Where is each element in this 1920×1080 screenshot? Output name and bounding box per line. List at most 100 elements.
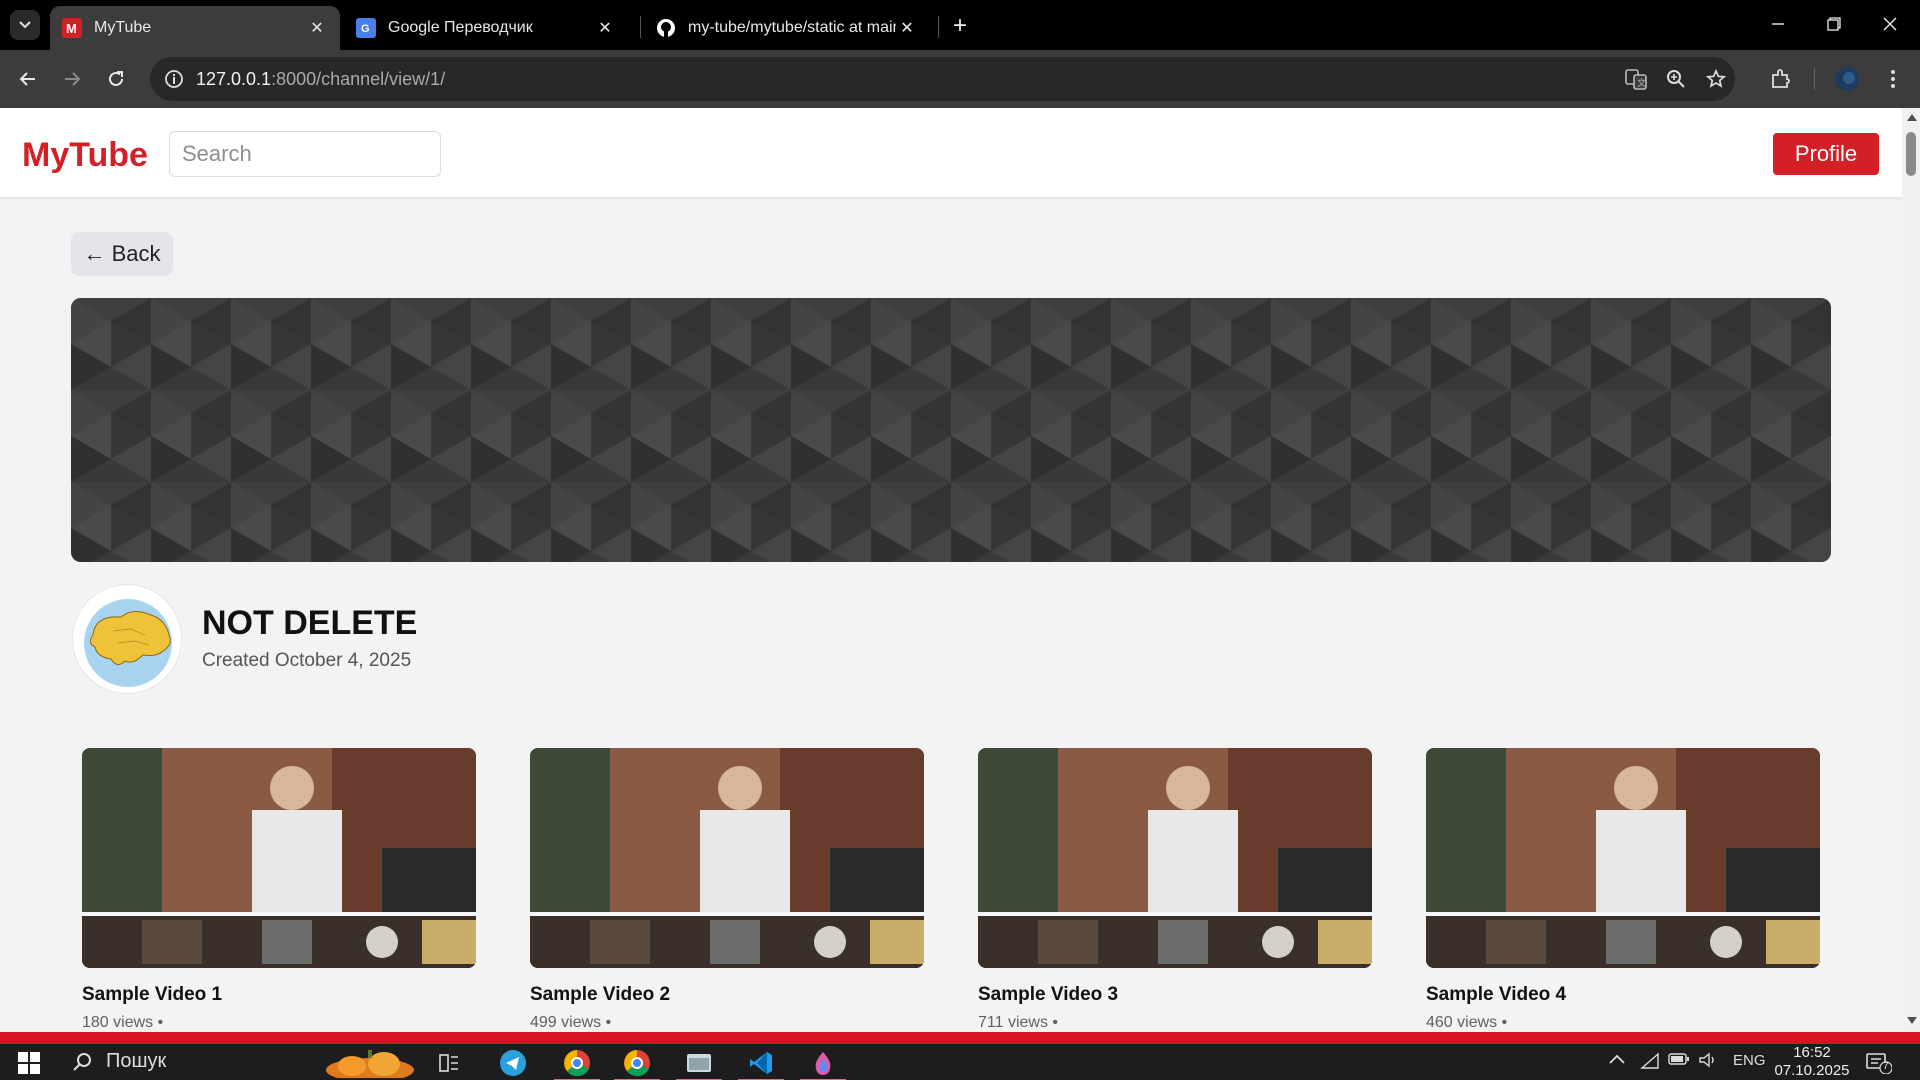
search-icon [73,1052,91,1071]
new-tab-button[interactable]: + [946,12,974,40]
bookmark-star-icon[interactable] [1704,67,1728,91]
scroll-up-arrow-icon[interactable] [1907,114,1917,121]
toolbar-divider [1814,68,1815,90]
tab-mytube[interactable]: M MyTube ✕ [50,6,340,50]
video-views: 711 views • [978,1014,1059,1031]
vscode-icon[interactable] [738,1048,784,1080]
svg-text:文: 文 [1637,77,1646,89]
scroll-down-arrow-icon[interactable] [1907,1017,1917,1024]
tab-github[interactable]: my-tube/mytube/static at main ✕ [644,6,930,50]
tab-divider [640,16,641,38]
battery-icon[interactable] [1668,1052,1690,1070]
chrome-profile-2-icon[interactable] [614,1048,660,1080]
video-title[interactable]: Sample Video 1 [82,984,476,1006]
mytube-favicon-icon: M [62,18,82,38]
channel-avatar-globe-icon [84,599,172,687]
input-language[interactable]: ENG [1733,1052,1766,1069]
color-app-icon[interactable] [800,1048,846,1080]
video-card[interactable]: Sample Video 1 180 views • [82,748,476,1032]
arrow-right-icon [65,72,81,86]
svg-text:M: M [66,21,77,35]
taskbar-search[interactable]: Пошук [72,1050,166,1073]
file-explorer-icon[interactable] [676,1048,722,1080]
video-title[interactable]: Sample Video 2 [530,984,924,1006]
windows-start-icon[interactable] [18,1052,40,1074]
video-card[interactable]: Sample Video 2 499 views • [530,748,924,1032]
video-title[interactable]: Sample Video 4 [1426,984,1820,1006]
close-tab-icon[interactable]: ✕ [306,17,328,39]
reload-button[interactable] [100,63,132,95]
tab-divider [938,16,939,38]
taskbar-widget-image[interactable] [322,1048,418,1078]
tray-overflow-icon[interactable] [1608,1052,1626,1070]
video-thumbnail[interactable] [1426,748,1820,968]
profile-avatar-icon[interactable] [1832,64,1862,94]
video-views: 180 views • [82,1014,164,1031]
video-views: 460 views • [1426,1014,1508,1031]
page-viewport: MyTube Profile ← Back [0,108,1902,1032]
browser-tabstrip: M MyTube ✕ G Google Переводчик ✕ my-tube… [0,0,1920,50]
banner-pattern [71,298,1831,562]
url-text: 127.0.0.1:8000/channel/view/1/ [196,69,446,89]
reload-icon [109,71,123,86]
taskbar-search-label: Пошук [106,1050,167,1072]
windows-taskbar: Пошук ENG 16:52 07.10.2025 7 [0,1044,1920,1080]
translate-page-icon[interactable]: 文 [1624,67,1648,91]
video-thumbnail[interactable] [82,748,476,968]
profile-button[interactable]: Profile [1773,133,1879,175]
video-views: 499 views • [530,1014,612,1031]
notifications-button[interactable]: 7 [1866,1052,1893,1075]
chrome-taskbar-icon[interactable] [554,1048,600,1080]
video-thumbnail[interactable] [978,748,1372,968]
video-card[interactable]: Sample Video 3 711 views • [978,748,1372,1032]
restore-button[interactable] [1814,10,1854,38]
channel-name: NOT DELETE [202,604,418,642]
clock-date: 07.10.2025 [1774,1062,1850,1079]
clock-time: 16:52 [1793,1044,1831,1061]
video-title[interactable]: Sample Video 3 [978,984,1372,1006]
close-icon [1883,17,1897,31]
close-tab-icon[interactable]: ✕ [896,17,918,39]
browser-toolbar: 127.0.0.1:8000/channel/view/1/ 文 [0,50,1920,108]
close-window-button[interactable] [1870,10,1910,38]
taskbar-clock[interactable]: 16:52 07.10.2025 [1772,1044,1852,1080]
network-icon[interactable] [1640,1052,1660,1074]
search-input[interactable] [169,131,441,177]
telegram-icon[interactable] [496,1048,530,1078]
arrow-left-icon [19,72,35,86]
github-icon [656,18,676,38]
volume-icon[interactable] [1698,1052,1718,1072]
notification-count: 7 [1883,1061,1889,1072]
tab-title: MyTube [94,19,152,36]
extensions-icon[interactable] [1766,64,1796,94]
zoom-icon[interactable] [1664,67,1688,91]
minimize-button[interactable] [1758,10,1798,38]
back-button[interactable]: ← Back [71,232,173,276]
back-nav-button[interactable] [12,63,44,95]
scrollbar-thumb[interactable] [1906,132,1916,176]
google-translate-icon: G [356,18,376,38]
forward-nav-button[interactable] [56,63,88,95]
tab-search-menu-button[interactable] [10,10,40,40]
pumpkin-widget-icon [326,1050,414,1078]
chevron-down-icon [19,21,31,29]
address-bar[interactable]: 127.0.0.1:8000/channel/view/1/ 文 [150,57,1735,101]
tab-google-translate[interactable]: G Google Переводчик ✕ [344,6,628,50]
channel-avatar [72,584,182,694]
video-card[interactable]: Sample Video 4 460 views • [1426,748,1820,1032]
site-header: MyTube Profile [0,108,1902,198]
tab-title: my-tube/mytube/static at main [688,19,896,36]
video-thumbnail[interactable] [530,748,924,968]
site-info-icon[interactable] [162,67,186,91]
close-tab-icon[interactable]: ✕ [594,17,616,39]
site-logo[interactable]: MyTube [22,136,148,175]
page-scrollbar[interactable] [1902,108,1920,1032]
svg-text:G: G [361,23,370,35]
channel-created-date: Created October 4, 2025 [202,650,412,671]
minimize-icon [1772,23,1784,25]
browser-menu-icon[interactable] [1878,64,1908,94]
tab-title: Google Переводчик [388,19,533,36]
task-view-icon[interactable] [432,1048,466,1078]
channel-banner [71,298,1831,562]
screen-border-accent [0,1032,1920,1044]
